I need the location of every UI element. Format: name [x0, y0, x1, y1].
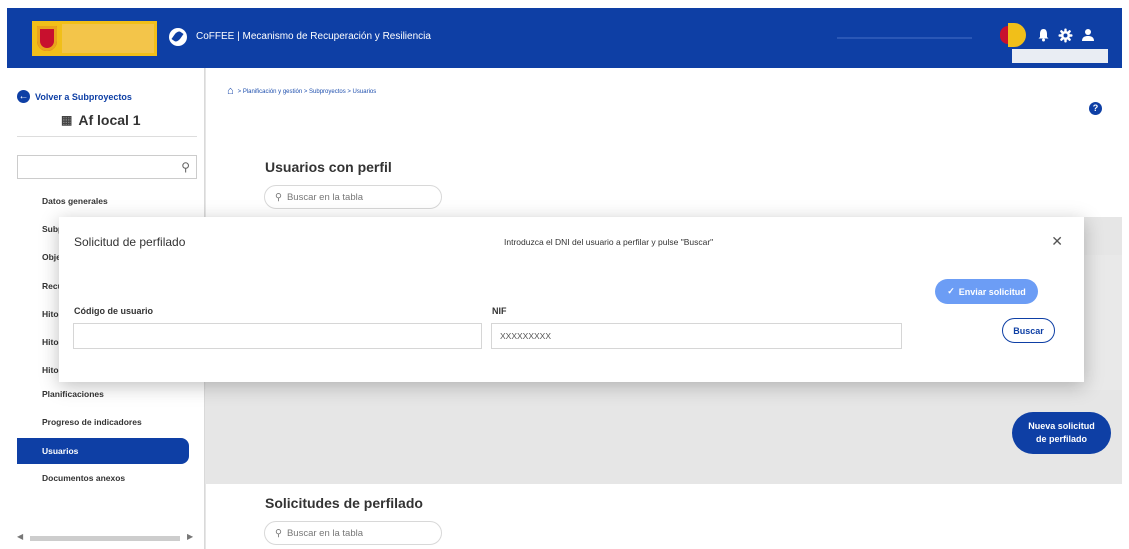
send-request-button[interactable]: ✓ Enviar solicitud: [935, 279, 1038, 304]
arrow-left-icon: ←: [17, 90, 30, 103]
modal-instructions: Introduzca el DNI del usuario a perfilar…: [504, 237, 714, 247]
sidebar-divider: [17, 136, 197, 137]
close-icon[interactable]: ✕: [1051, 233, 1063, 250]
bell-icon[interactable]: [1034, 26, 1052, 44]
coffee-logo-icon: [169, 28, 187, 46]
search-icon: ⚲: [181, 160, 190, 174]
scroll-left-icon[interactable]: ◀: [17, 532, 23, 541]
spain-coat-of-arms-icon: [35, 24, 59, 53]
new-request-label-line2: de perfilado: [1035, 434, 1087, 444]
gear-icon[interactable]: [1056, 26, 1074, 44]
sidebar-item-datos-generales[interactable]: Datos generales: [17, 188, 187, 214]
sidebar-horizontal-scrollbar[interactable]: ◀ ▶: [17, 532, 197, 544]
project-title-text: Af local 1: [78, 112, 141, 128]
search-icon: ⚲: [275, 527, 282, 539]
help-icon[interactable]: ?: [1089, 102, 1102, 115]
government-logo: [32, 21, 157, 56]
user-code-label: Código de usuario: [74, 306, 154, 316]
check-icon: ✓: [947, 286, 955, 296]
sidebar-search-input[interactable]: ⚲: [17, 155, 197, 179]
back-to-subprojects-link[interactable]: ← Volver a Subproyectos: [17, 90, 132, 103]
sidebar-item-usuarios[interactable]: Usuarios: [17, 438, 189, 464]
scroll-right-icon[interactable]: ▶: [187, 532, 193, 541]
search-icon: ⚲: [275, 191, 282, 203]
scrollbar-thumb[interactable]: [30, 536, 180, 541]
app-header: CoFFEE | Mecanismo de Recuperación y Res…: [7, 8, 1122, 68]
user-name-box[interactable]: [1012, 49, 1108, 63]
profile-request-modal: Solicitud de perfilado Introduzca el DNI…: [59, 217, 1084, 382]
new-profile-request-button[interactable]: Nueva solicitud de perfilado: [1012, 412, 1111, 454]
new-request-label-line1: Nueva solicitud: [1028, 421, 1095, 431]
sidebar-item-progreso-indicadores[interactable]: Progreso de indicadores: [17, 409, 187, 435]
user-code-input[interactable]: [73, 323, 482, 349]
nif-label: NIF: [492, 306, 507, 316]
breadcrumb: ⌂ > Planificación y gestión > Subproyect…: [227, 86, 376, 97]
app-title: CoFFEE | Mecanismo de Recuperación y Res…: [196, 31, 431, 42]
profile-requests-title: Solicitudes de perfilado: [265, 495, 423, 511]
home-icon[interactable]: ⌂: [227, 86, 234, 97]
sidebar-item-planificaciones[interactable]: Planificaciones: [17, 381, 187, 407]
search-button[interactable]: Buscar: [1002, 318, 1055, 343]
main-header-area: ⌂ > Planificación y gestión > Subproyect…: [206, 68, 1122, 140]
project-icon: ▦: [61, 113, 73, 127]
modal-title: Solicitud de perfilado: [74, 235, 186, 249]
prtr-logo-icon: [1000, 23, 1027, 49]
users-with-profile-title: Usuarios con perfil: [265, 159, 392, 175]
user-icon[interactable]: [1079, 26, 1097, 44]
requests-table-search[interactable]: ⚲ Buscar en la tabla: [264, 521, 442, 545]
sidebar-item-documentos-anexos[interactable]: Documentos anexos: [17, 465, 187, 491]
users-table-search[interactable]: ⚲ Buscar en la tabla: [264, 185, 442, 209]
send-request-label: Enviar solicitud: [958, 286, 1026, 297]
header-decoration: [837, 37, 972, 39]
breadcrumb-text[interactable]: > Planificación y gestión > Subproyectos…: [238, 89, 377, 95]
table-search-placeholder: Buscar en la tabla: [286, 527, 364, 539]
table-search-placeholder: Buscar en la tabla: [286, 191, 364, 203]
nif-input[interactable]: [491, 323, 902, 349]
project-title: ▦ Af local 1: [61, 112, 141, 128]
ministry-logo-text: [62, 24, 154, 53]
back-label: Volver a Subproyectos: [35, 91, 132, 102]
